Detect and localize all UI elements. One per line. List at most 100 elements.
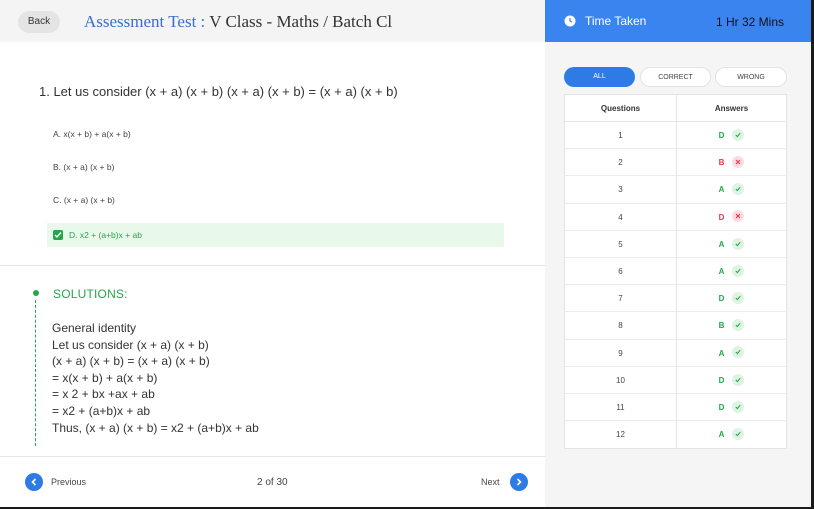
- table-row[interactable]: 9A: [565, 339, 786, 367]
- option-a-label: A. x(x + b) + a(x + b): [53, 129, 131, 139]
- answer-letter: A: [718, 348, 725, 358]
- answer-letter: A: [718, 430, 725, 440]
- table-row[interactable]: 4D: [565, 203, 786, 231]
- answer-letter: A: [718, 185, 725, 195]
- option-d[interactable]: D. x2 + (a+b)x + ab: [47, 223, 504, 247]
- check-icon: [732, 400, 745, 413]
- question-number: 6: [565, 257, 677, 285]
- question-text: 1. Let us consider (x + a) (x + b) (x + …: [39, 84, 398, 99]
- chevron-left-icon[interactable]: [25, 473, 43, 491]
- next-button[interactable]: Next: [480, 473, 530, 491]
- check-icon: [732, 292, 745, 305]
- title-prefix: Assessment Test :: [84, 12, 210, 31]
- answers-header: Answers: [714, 104, 749, 113]
- solution-line: = x2 + (a+b)x + ab: [52, 403, 151, 418]
- table-row[interactable]: 5A: [565, 230, 786, 258]
- answer-letter: B: [718, 158, 725, 168]
- check-icon: [732, 319, 745, 332]
- table-row[interactable]: 8B: [565, 312, 786, 340]
- question-number: 8: [565, 312, 677, 339]
- checkbox-checked-icon: [53, 229, 63, 240]
- answer-cell: D: [677, 122, 786, 148]
- table-row[interactable]: 6A: [565, 257, 786, 286]
- option-c[interactable]: C. (x + a) (x + b): [47, 188, 504, 212]
- question-panel: Back Assessment Test : V Class - Maths /…: [0, 0, 545, 507]
- answer-letter: A: [718, 266, 725, 276]
- option-d-label: D. x2 + (a+b)x + ab: [69, 230, 142, 240]
- table-row[interactable]: 7D: [565, 285, 786, 313]
- previous-label[interactable]: Previous: [51, 477, 86, 487]
- solution-line: = x 2 + bx +ax + ab: [52, 387, 155, 402]
- answer-letter: A: [718, 239, 725, 249]
- answers-table: Questions Answers 1 D 2 B 3 A 4 D 5 A 6 A 7 D 8 B 9 A 10 D 1…: [564, 94, 787, 450]
- chevron-right-icon[interactable]: [510, 473, 528, 491]
- answer-cell: A: [677, 421, 786, 448]
- filter-correct-tab[interactable]: CORRECT: [640, 67, 711, 87]
- divider: [0, 265, 545, 266]
- check-icon: [732, 128, 745, 141]
- solution-body: General identity Let us consider (x + a)…: [52, 320, 259, 436]
- check-icon: [732, 237, 745, 250]
- answer-cell: D: [677, 285, 786, 311]
- filter-wrong-tab[interactable]: WRONG: [715, 67, 787, 87]
- question-number: 12: [565, 421, 677, 449]
- check-icon: [732, 346, 745, 359]
- top-bar: Back Assessment Test : V Class - Maths /…: [0, 0, 545, 42]
- check-icon: [732, 264, 745, 277]
- cross-icon: [732, 156, 745, 169]
- answer-letter: D: [718, 402, 725, 412]
- question-number: 11: [565, 393, 677, 421]
- question-number: 5: [565, 230, 677, 257]
- answer-cell: B: [677, 149, 786, 175]
- answer-cell: A: [677, 231, 786, 257]
- page-counter: 2 of 30: [257, 477, 288, 488]
- check-icon: [732, 427, 745, 440]
- time-taken-label: Time Taken: [585, 14, 647, 28]
- timeline-dot-icon: [33, 290, 39, 296]
- option-a[interactable]: A. x(x + b) + a(x + b): [47, 122, 504, 146]
- table-row[interactable]: 11 D: [565, 393, 786, 422]
- answer-cell: A: [677, 258, 786, 284]
- previous-button[interactable]: Previous: [25, 473, 105, 491]
- clock-icon: [564, 15, 576, 27]
- next-label[interactable]: Next: [481, 477, 500, 487]
- table-row[interactable]: 10 D: [565, 366, 786, 394]
- check-icon: [732, 183, 745, 196]
- answer-cell: A: [677, 340, 786, 366]
- question-number: 1: [565, 122, 677, 149]
- cross-icon: [732, 210, 745, 223]
- question-number: 7: [565, 285, 677, 312]
- solutions-title: SOLUTIONS:: [53, 287, 128, 301]
- check-icon: [732, 373, 745, 386]
- table-row[interactable]: 12 A: [565, 421, 786, 449]
- timeline-line: [35, 300, 36, 446]
- answer-letter: D: [718, 131, 725, 140]
- option-b-label: B. (x + a) (x + b): [53, 162, 115, 172]
- time-taken-bar: Time Taken 1 Hr 32 Mins: [545, 0, 811, 42]
- answer-letter: D: [718, 212, 725, 222]
- solution-line: Thus, (x + a) (x + b) = x2 + (a+b)x + ab: [52, 420, 259, 435]
- answer-cell: D: [677, 394, 786, 420]
- title-rest: V Class - Maths / Batch Cl: [209, 12, 393, 31]
- table-row[interactable]: 1D: [565, 122, 786, 150]
- solution-line: General identity: [52, 321, 137, 335]
- filter-all-tab[interactable]: ALL: [564, 67, 635, 87]
- back-button[interactable]: Back: [18, 11, 60, 33]
- table-row[interactable]: 2B: [565, 149, 786, 177]
- solution-line: = x(x + b) + a(x + b): [52, 370, 158, 385]
- answer-letter: D: [718, 375, 725, 385]
- question-number: 10: [565, 366, 677, 393]
- option-b[interactable]: B. (x + a) (x + b): [47, 155, 504, 179]
- solution-line: (x + a) (x + b) = (x + a) (x + b): [52, 354, 210, 369]
- option-c-label: C. (x + a) (x + b): [53, 195, 115, 205]
- answer-cell: D: [677, 367, 786, 393]
- question-number: 2: [565, 149, 677, 176]
- question-number: 3: [565, 176, 677, 203]
- divider: [0, 456, 545, 457]
- table-body: 1 D 2 B 3 A 4 D 5 A 6 A 7 D 8 B 9 A 10 D 11 D 12 A: [565, 122, 786, 449]
- app-frame: Back Assessment Test : V Class - Maths /…: [0, 0, 814, 509]
- answer-letter: B: [718, 321, 725, 331]
- table-header: Questions Answers: [565, 95, 786, 122]
- answer-cell: B: [677, 312, 786, 338]
- table-row[interactable]: 3A: [565, 176, 786, 204]
